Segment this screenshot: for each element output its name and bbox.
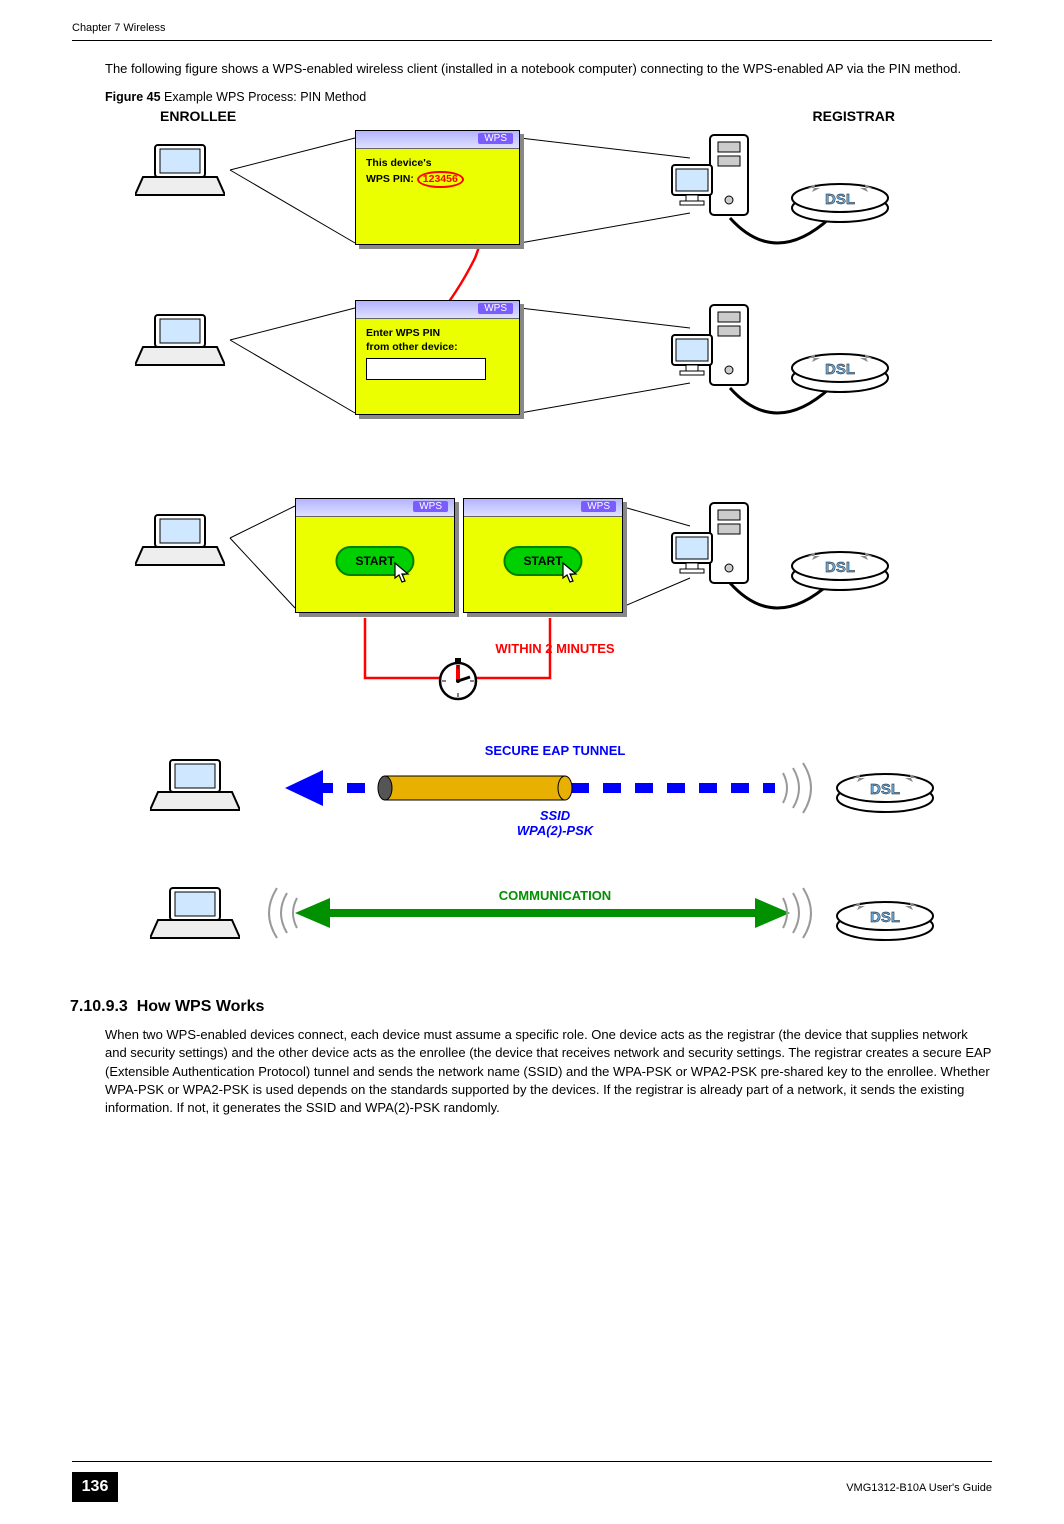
laptop-icon [150, 886, 240, 941]
device-pin-line1: This device's [366, 157, 509, 171]
wps-device-pin-window: WPS This device's WPS PIN: 123456 [355, 130, 520, 245]
wps-enter-body: Enter WPS PIN from other device: [356, 319, 519, 388]
svg-text:DSL: DSL [825, 191, 855, 208]
wps-pin-body: This device's WPS PIN: 123456 [356, 149, 519, 196]
pin-input-field[interactable] [366, 358, 486, 380]
cursor-icon [394, 562, 412, 584]
window-titlebar: WPS [296, 499, 454, 517]
dsl-router-icon: DSL [835, 886, 935, 941]
laptop-icon [135, 513, 225, 568]
wps-start-window-enrollee: WPS START [295, 498, 455, 613]
svg-text:DSL: DSL [825, 559, 855, 576]
dsl-router-icon: DSL [790, 338, 890, 393]
figure-title: Example WPS Process: PIN Method [161, 90, 367, 104]
communication-label: COMMUNICATION [499, 888, 611, 903]
laptop-icon [135, 143, 225, 198]
figure-caption: Figure 45 Example WPS Process: PIN Metho… [105, 90, 992, 104]
page-content: The following figure shows a WPS-enabled… [105, 60, 992, 1129]
figure-number: Figure 45 [105, 90, 161, 104]
section-title: How WPS Works [137, 998, 265, 1015]
figure-diagram: ENROLLEE REGISTRAR [135, 108, 975, 968]
wps-tab-label: WPS [413, 501, 448, 512]
within-2-minutes-label: WITHIN 2 MINUTES [495, 641, 614, 656]
window-titlebar: WPS [464, 499, 622, 517]
window-titlebar: WPS [356, 301, 519, 319]
wps-tab-label: WPS [478, 133, 513, 144]
enter-pin-line1: Enter WPS PIN [366, 327, 509, 341]
section-body: When two WPS-enabled devices connect, ea… [105, 1026, 992, 1117]
intro-paragraph: The following figure shows a WPS-enabled… [105, 60, 992, 78]
section-number: 7.10.9.3 [70, 998, 128, 1015]
ssid-wpa-label: SSID WPA(2)-PSK [517, 808, 593, 838]
wps-enter-pin-window: WPS Enter WPS PIN from other device: [355, 300, 520, 415]
dsl-router-icon: DSL [790, 168, 890, 223]
dsl-router-icon: DSL [835, 758, 935, 813]
wps-start-window-registrar: WPS START [463, 498, 623, 613]
laptop-icon [135, 313, 225, 368]
svg-text:DSL: DSL [870, 781, 900, 798]
device-pin-value: 123456 [423, 173, 458, 185]
enrollee-label: ENROLLEE [160, 108, 236, 124]
enter-pin-line2: from other device: [366, 341, 509, 355]
desktop-icon [670, 130, 755, 230]
chapter-header: Chapter 7 Wireless [72, 22, 166, 34]
cursor-icon [562, 562, 580, 584]
wps-tab-label: WPS [478, 303, 513, 314]
svg-text:DSL: DSL [825, 361, 855, 378]
footer-guide-title: VMG1312-B10A User's Guide [846, 1482, 992, 1494]
desktop-icon [670, 300, 755, 400]
device-pin-prefix: WPS PIN: [366, 173, 417, 185]
footer-rule [72, 1461, 992, 1462]
section-heading: 7.10.9.3 How WPS Works [70, 998, 992, 1016]
wps-tab-label: WPS [581, 501, 616, 512]
window-titlebar: WPS [356, 131, 519, 149]
page-number: 136 [72, 1472, 118, 1502]
laptop-icon [150, 758, 240, 813]
dsl-router-icon: DSL [790, 536, 890, 591]
header-rule [72, 40, 992, 41]
svg-text:DSL: DSL [870, 909, 900, 926]
desktop-icon [670, 498, 755, 598]
eap-tunnel-label: SECURE EAP TUNNEL [485, 743, 626, 758]
registrar-label: REGISTRAR [813, 108, 895, 124]
device-pin-line2: WPS PIN: 123456 [366, 171, 509, 189]
